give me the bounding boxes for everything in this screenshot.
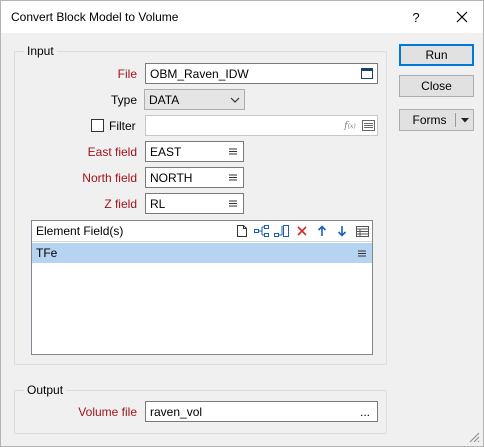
title-bar: Convert Block Model to Volume ? [1, 1, 483, 33]
north-field-label: North field [82, 171, 137, 185]
file-value: OBM_Raven_IDW [150, 66, 249, 81]
close-window-button[interactable] [447, 1, 477, 33]
move-down-icon[interactable] [332, 221, 352, 241]
help-button[interactable]: ? [405, 1, 427, 33]
list-icon[interactable] [223, 168, 243, 187]
forms-button[interactable]: Forms [399, 109, 474, 131]
element-field-cell: TFe [36, 246, 58, 260]
output-group-legend: Output [24, 383, 67, 397]
expression-editor-icon[interactable] [359, 116, 377, 135]
table-row[interactable]: TFe [32, 243, 372, 263]
element-fields-header: Element Field(s) [32, 221, 372, 242]
resize-grip-icon[interactable] [469, 432, 480, 443]
delete-icon[interactable] [292, 221, 312, 241]
filter-input[interactable]: f(x) [145, 115, 378, 136]
type-label: Type [110, 93, 137, 107]
dialog-window: Convert Block Model to Volume ? Input Fi… [0, 0, 484, 447]
volume-file-input[interactable]: raven_vol ... [145, 401, 378, 422]
input-group-legend: Input [24, 44, 57, 58]
function-icon[interactable]: f(x) [341, 116, 359, 135]
volume-file-label: Volume file [78, 405, 137, 419]
z-field-value: RL [150, 196, 166, 211]
close-button[interactable]: Close [399, 75, 474, 97]
file-input[interactable]: OBM_Raven_IDW [145, 63, 378, 84]
list-icon[interactable] [223, 142, 243, 161]
z-field-input[interactable]: RL [145, 193, 244, 214]
insert-row-icon[interactable] [252, 221, 272, 241]
run-button[interactable]: Run [399, 44, 474, 66]
file-browse-button[interactable] [357, 64, 377, 83]
forms-label: Forms [412, 113, 447, 127]
filter-label: Filter [109, 119, 136, 133]
north-field-value: NORTH [150, 170, 193, 185]
window-title: Convert Block Model to Volume [11, 10, 179, 24]
browse-button[interactable]: ... [353, 402, 377, 421]
file-label: File [117, 67, 137, 81]
east-field-input[interactable]: EAST [145, 141, 244, 162]
window-icon [361, 68, 373, 79]
filter-checkbox[interactable] [91, 119, 104, 132]
z-field-label: Z field [104, 197, 137, 211]
type-select[interactable]: DATA [144, 89, 245, 110]
east-field-value: EAST [150, 144, 182, 159]
table-view-icon[interactable] [352, 221, 372, 241]
chevron-down-icon [226, 97, 244, 103]
close-icon [456, 11, 468, 23]
north-field-input[interactable]: NORTH [145, 167, 244, 188]
volume-file-value: raven_vol [150, 404, 203, 419]
append-row-icon[interactable] [272, 221, 292, 241]
move-up-icon[interactable] [312, 221, 332, 241]
list-icon[interactable] [223, 194, 243, 213]
element-fields-title: Element Field(s) [36, 224, 124, 238]
list-icon[interactable] [352, 243, 372, 263]
forms-dropdown-icon[interactable] [456, 117, 473, 123]
type-value: DATA [149, 92, 180, 107]
element-fields-grid[interactable]: Element Field(s) TFe [31, 220, 373, 355]
east-field-label: East field [87, 145, 137, 159]
new-document-icon[interactable] [232, 221, 252, 241]
